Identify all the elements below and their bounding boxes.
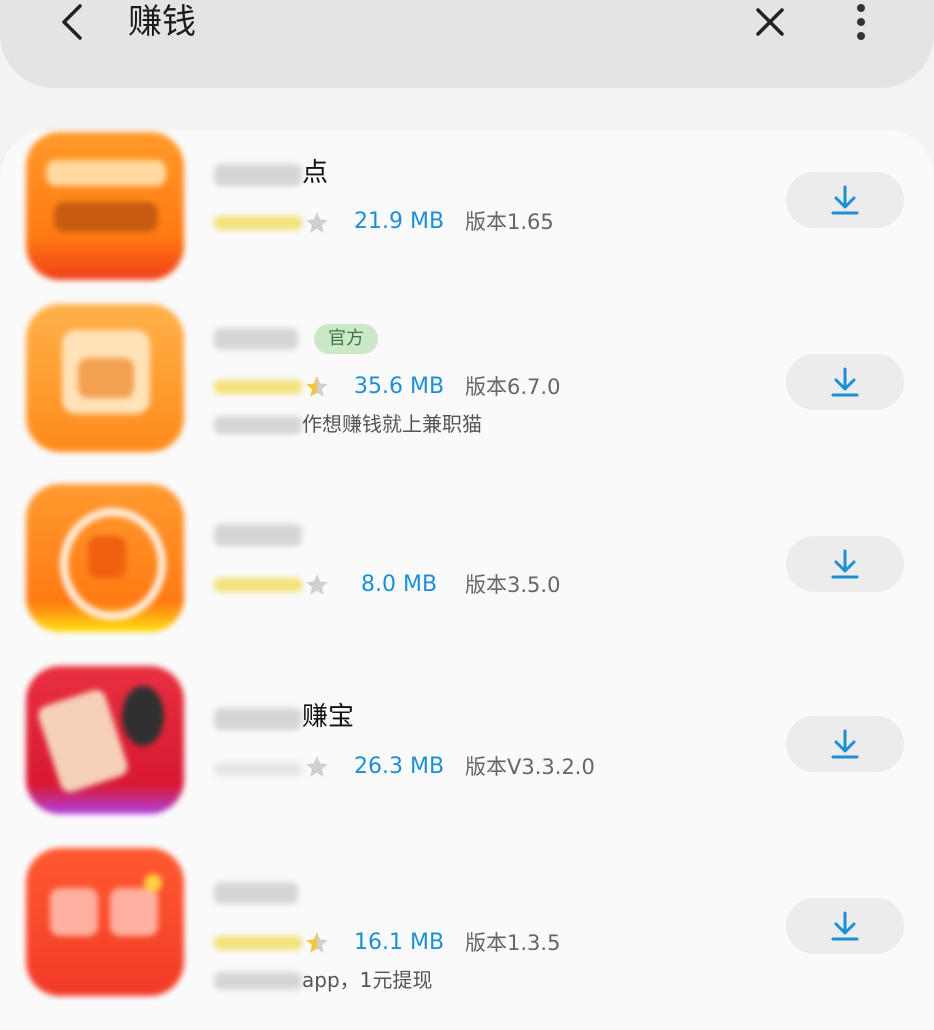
rating-stars xyxy=(214,762,302,776)
app-size: 8.0 MB xyxy=(361,572,438,597)
star-half-icon xyxy=(306,932,328,953)
star-icon xyxy=(306,756,328,777)
app-icon xyxy=(26,304,184,452)
app-size: 35.6 MB xyxy=(354,374,445,399)
app-icon xyxy=(26,132,184,280)
more-vert-icon xyxy=(857,4,865,40)
rating-stars xyxy=(214,216,302,230)
list-item[interactable]: 8.0 MB 版本3.5.0 xyxy=(0,482,934,652)
app-version: 版本1.3.5 xyxy=(465,931,561,955)
download-button[interactable] xyxy=(786,172,904,228)
download-icon xyxy=(831,729,859,759)
list-item[interactable]: 官方 35.6 MB 版本6.7.0 作想赚钱就上兼职猫 xyxy=(0,302,934,472)
app-description: 作想赚钱就上兼职猫 xyxy=(302,412,482,436)
download-icon xyxy=(831,911,859,941)
search-bar: 赚钱 xyxy=(0,0,934,88)
rating-stars xyxy=(214,936,302,950)
app-size: 16.1 MB xyxy=(354,930,445,955)
star-half-icon xyxy=(306,376,328,397)
app-icon xyxy=(26,484,184,632)
rating-stars xyxy=(214,380,302,394)
download-button[interactable] xyxy=(786,898,904,954)
app-size: 21.9 MB xyxy=(354,209,445,234)
download-button[interactable] xyxy=(786,716,904,772)
app-name: 赚宝 xyxy=(302,702,355,732)
back-arrow-icon xyxy=(62,4,82,40)
star-icon xyxy=(306,212,328,233)
list-item[interactable]: 点 21.9 MB 版本1.65 xyxy=(0,130,934,300)
blurred-name xyxy=(214,328,298,350)
close-icon xyxy=(756,8,784,36)
app-description: app，1元提现 xyxy=(302,968,433,992)
search-query[interactable]: 赚钱 xyxy=(128,0,196,44)
app-version: 版本1.65 xyxy=(465,210,554,234)
app-version: 版本V3.3.2.0 xyxy=(465,755,595,779)
app-version: 版本6.7.0 xyxy=(465,375,561,399)
blurred-name xyxy=(214,882,298,904)
download-icon xyxy=(831,185,859,215)
official-badge: 官方 xyxy=(314,324,378,354)
blurred-description xyxy=(214,416,302,434)
blurred-description xyxy=(214,972,302,990)
download-icon xyxy=(831,549,859,579)
clear-search-button[interactable] xyxy=(748,0,792,44)
more-options-button[interactable] xyxy=(846,0,876,44)
results-list: 点 21.9 MB 版本1.65 官方 35.6 MB 版本6.7.0 作想赚钱… xyxy=(0,130,934,1030)
blurred-name xyxy=(214,524,302,546)
list-item[interactable]: 16.1 MB 版本1.3.5 app，1元提现 xyxy=(0,846,934,1016)
download-icon xyxy=(831,367,859,397)
app-version: 版本3.5.0 xyxy=(465,573,561,597)
back-button[interactable] xyxy=(52,0,96,44)
app-size: 26.3 MB xyxy=(354,754,445,779)
list-item[interactable]: 赚宝 26.3 MB 版本V3.3.2.0 xyxy=(0,664,934,834)
app-icon xyxy=(26,848,184,996)
download-button[interactable] xyxy=(786,536,904,592)
app-icon xyxy=(26,666,184,814)
download-button[interactable] xyxy=(786,354,904,410)
star-icon xyxy=(306,574,328,595)
blurred-name xyxy=(214,708,302,730)
rating-stars xyxy=(214,578,302,592)
blurred-name xyxy=(214,164,302,186)
app-name: 点 xyxy=(302,158,329,188)
